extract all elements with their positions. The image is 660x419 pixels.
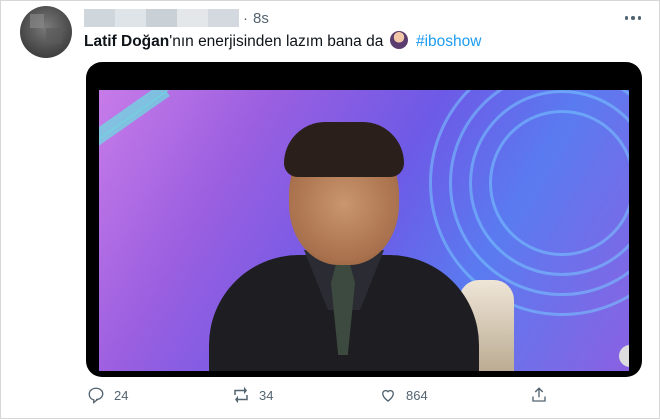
person-hair — [284, 122, 404, 177]
author-mention[interactable]: Latif Doğan — [84, 33, 169, 50]
microphone — [619, 345, 629, 367]
tweet-card[interactable]: · 8s Latif Doğan'nın enerjisinden lazım … — [0, 0, 660, 419]
hashtag-link[interactable]: #iboshow — [416, 33, 482, 50]
retweet-button[interactable]: 34 — [232, 386, 273, 404]
tweet-actions: 24 34 864 — [84, 386, 564, 410]
heart-icon — [382, 389, 394, 402]
share-button[interactable] — [530, 386, 548, 404]
more-options-icon[interactable] — [623, 11, 643, 25]
share-icon — [532, 387, 546, 402]
retweet-icon — [234, 386, 248, 404]
tweet-timestamp[interactable]: 8s — [253, 10, 269, 27]
tweet-media[interactable] — [86, 62, 642, 377]
like-button[interactable]: 864 — [379, 386, 428, 404]
blurred-author-name — [84, 9, 239, 27]
tweet-body-text: 'nın enerjisinden lazım bana da — [169, 33, 384, 50]
tweet-text: Latif Doğan'nın enerjisinden lazım bana … — [84, 31, 481, 52]
reply-count: 24 — [114, 387, 129, 403]
avatar[interactable] — [20, 6, 72, 58]
woman-shrugging-emoji-icon — [389, 31, 408, 49]
video-frame[interactable] — [99, 90, 629, 371]
retweet-count: 34 — [259, 387, 274, 403]
reply-icon — [88, 387, 104, 404]
like-count: 864 — [406, 387, 428, 403]
reply-button[interactable]: 24 — [87, 386, 128, 404]
separator-dot: · — [243, 10, 248, 27]
